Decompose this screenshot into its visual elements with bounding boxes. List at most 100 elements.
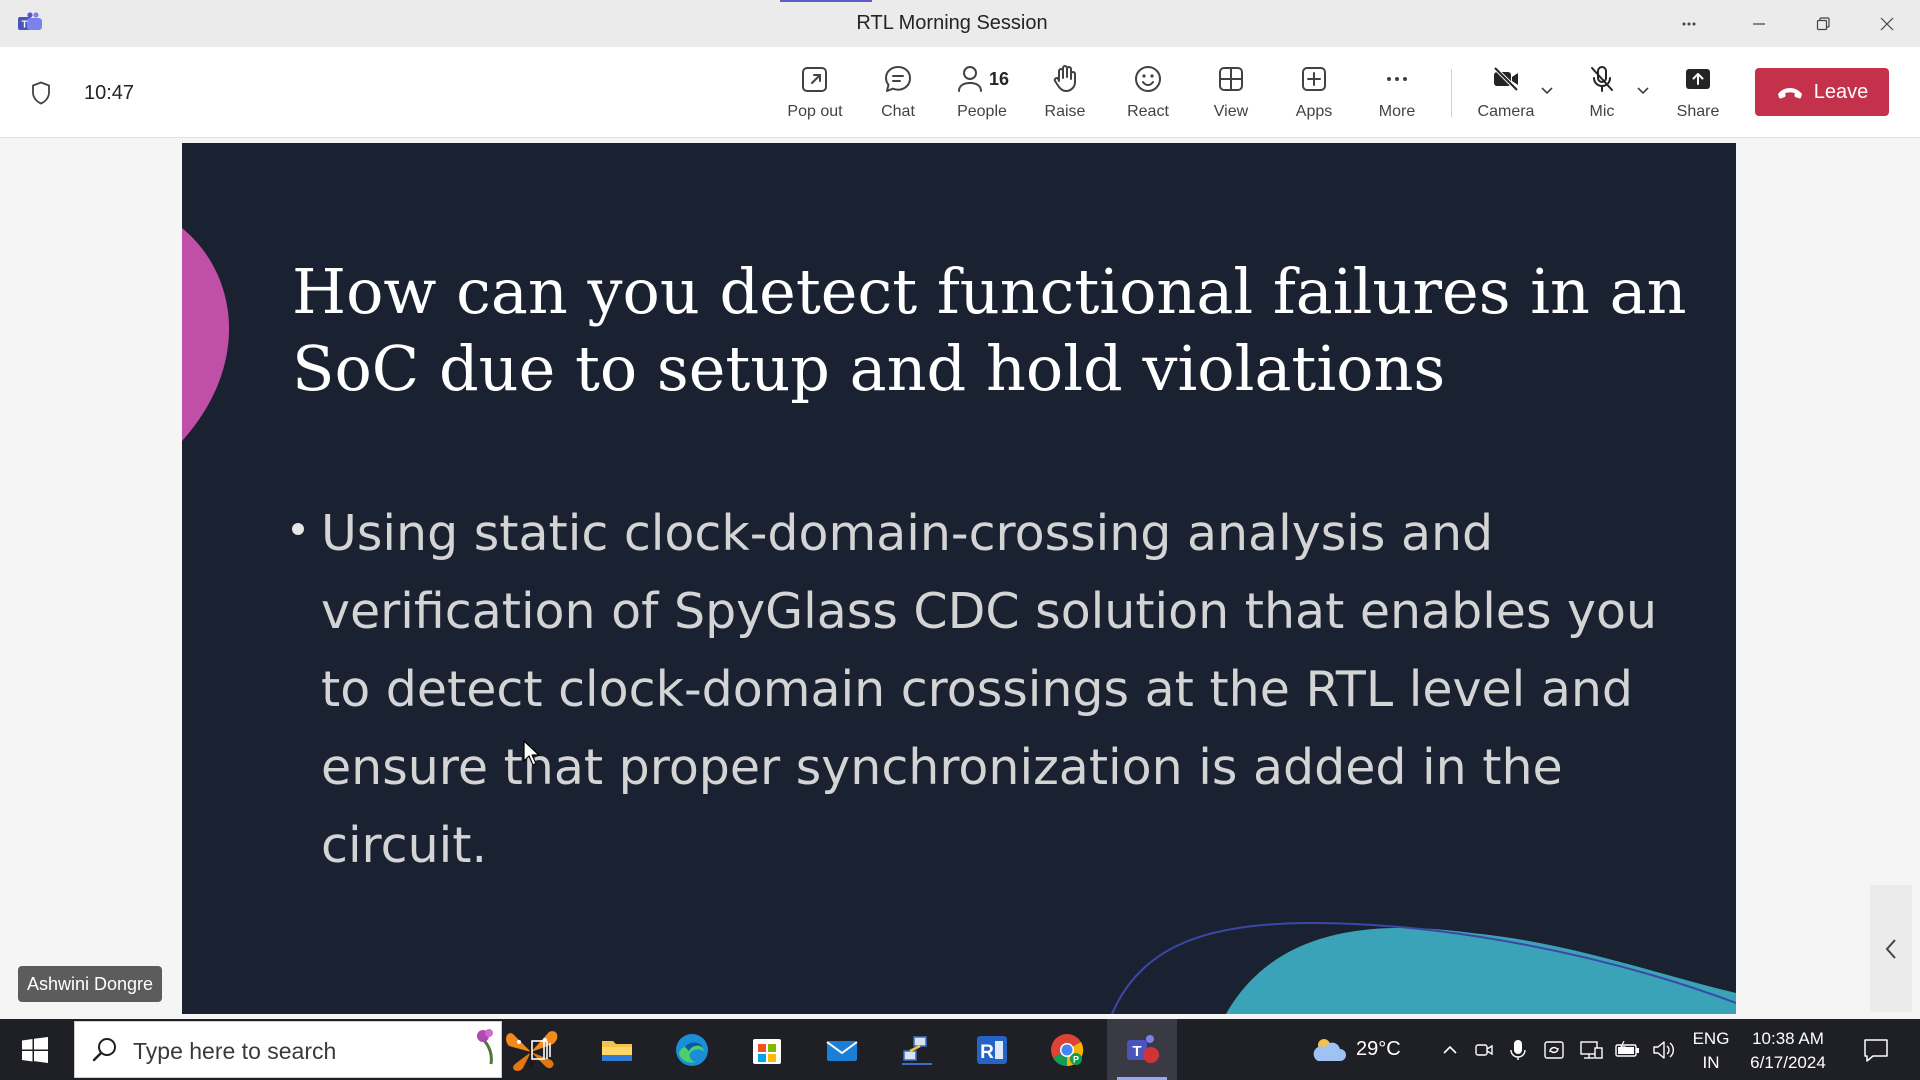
share-button[interactable]: Share [1658,61,1738,127]
side-panel-toggle-button[interactable] [1870,885,1912,1012]
restore-button[interactable] [1792,0,1854,47]
language-region: IN [1702,1053,1720,1072]
bullet-icon [292,523,304,535]
window-titlebar: T RTL Morning Session [0,0,1920,47]
tray-network[interactable] [1576,1019,1608,1080]
camera-label: Camera [1477,103,1535,120]
rdp-app-icon: R [977,1035,1007,1064]
task-view-icon [531,1039,551,1060]
store-icon [753,1038,781,1064]
ellipsis-icon [1387,77,1407,81]
meeting-toolbar: 10:47 Pop out Chat 16 People Raise React… [0,47,1920,138]
cloudy-weather-icon [1313,1038,1346,1061]
chevron-left-icon [1885,938,1896,959]
share-label: Share [1676,103,1720,120]
mic-button[interactable]: Mic [1562,61,1642,127]
notification-center-button[interactable] [1846,1019,1906,1080]
task-view-button[interactable] [506,1019,576,1080]
plus-square-icon [1302,67,1326,91]
taskbar-edge[interactable] [657,1019,727,1080]
loading-indicator [780,0,872,2]
input-language-indicator[interactable]: ENG IN [1690,1027,1732,1075]
weather-temperature[interactable]: 29°C [1356,1038,1401,1061]
taskbar-file-explorer[interactable] [582,1019,652,1080]
tray-sync-app[interactable] [1538,1019,1570,1080]
network-tray-icon [1580,1040,1603,1059]
video-tray-icon [1475,1043,1493,1056]
chat-button[interactable]: Chat [858,61,938,127]
view-button[interactable]: View [1191,61,1271,127]
people-icon [957,66,982,92]
ellipsis-icon [1682,22,1696,25]
speaker-volume-icon [1653,1040,1674,1059]
tray-battery[interactable] [1612,1019,1644,1080]
taskbar-search-box[interactable]: Type here to search [74,1021,558,1078]
close-window-button[interactable] [1856,0,1918,47]
minimize-button[interactable] [1728,0,1790,47]
taskbar-rdp-app[interactable]: R [957,1019,1027,1080]
camera-off-icon [1493,66,1519,92]
slide-title: How can you detect functional failures i… [292,255,1687,405]
search-icon [92,1038,116,1062]
edge-icon [676,1033,708,1066]
windows-logo-icon [22,1036,48,1063]
taskbar-clock[interactable]: 10:38 AM 6/17/2024 [1740,1027,1836,1075]
hand-icon [1053,65,1076,92]
clock-date: 6/17/2024 [1750,1053,1826,1072]
file-explorer-icon [602,1040,632,1061]
titlebar-more-button[interactable] [1658,0,1720,47]
mic-label: Mic [1589,103,1615,120]
react-button[interactable]: React [1108,61,1188,127]
raise-hand-button[interactable]: Raise [1025,61,1105,127]
taskbar-chrome[interactable]: P [1032,1019,1102,1080]
search-placeholder: Type here to search [133,1038,337,1064]
people-count: 16 [988,68,1010,89]
microphone-tray-icon [1510,1039,1526,1060]
smile-icon [1135,66,1161,92]
tray-microphone[interactable] [1504,1019,1532,1080]
toolbar-divider [1451,69,1452,117]
taskbar-network-app[interactable] [882,1019,952,1080]
leave-label: Leave [1813,80,1869,103]
people-label: People [957,103,1007,120]
mic-options-chevron-icon[interactable] [1634,81,1652,99]
restore-icon [1816,16,1830,30]
popout-button[interactable]: Pop out [775,61,855,127]
camera-button[interactable]: Camera [1466,61,1546,127]
chat-icon [885,66,911,92]
mic-off-icon [1591,66,1613,92]
more-button[interactable]: More [1357,61,1437,127]
phone-hangup-icon [1777,88,1802,99]
show-hidden-icons-button[interactable] [1436,1019,1464,1080]
start-button[interactable] [0,1019,70,1080]
chat-label: Chat [881,103,915,120]
more-label: More [1378,103,1416,120]
svg-text:T: T [1132,1043,1141,1060]
window-title: RTL Morning Session [856,12,1048,34]
shared-slide: How can you detect functional failures i… [182,143,1736,1014]
leave-button[interactable]: Leave [1755,68,1889,116]
react-label: React [1127,103,1169,120]
taskbar-store[interactable] [732,1019,802,1080]
view-label: View [1213,103,1249,120]
weather-widget[interactable] [1306,1019,1350,1080]
notification-icon [1864,1038,1888,1062]
tray-volume[interactable] [1648,1019,1680,1080]
sync-tray-icon [1544,1040,1564,1059]
chevron-up-icon [1443,1045,1457,1054]
taskbar-mail[interactable] [807,1019,877,1080]
mail-icon [826,1040,858,1061]
chrome-icon: P [1051,1033,1084,1066]
speaker-name-badge: Ashwini Dongre [18,966,163,1002]
close-icon [1880,17,1894,30]
apps-button[interactable]: Apps [1274,61,1354,127]
camera-options-chevron-icon[interactable] [1538,81,1556,99]
people-button[interactable]: 16 People [942,61,1022,127]
tray-meet-now[interactable] [1470,1019,1498,1080]
taskbar-teams[interactable]: T [1107,1019,1177,1080]
slide-bullet-text: Using static clock-domain-crossing analy… [321,505,1658,874]
apps-label: Apps [1295,103,1333,120]
share-icon [1686,69,1710,89]
language-code: ENG [1692,1029,1730,1048]
shield-icon[interactable] [30,81,52,105]
